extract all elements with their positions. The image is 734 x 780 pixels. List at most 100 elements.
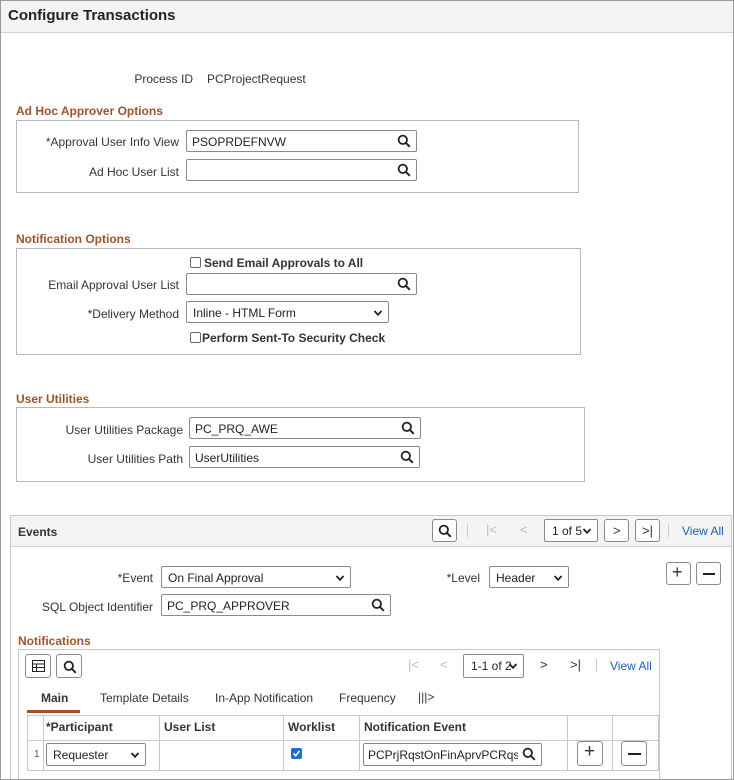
delivery-method-value: Inline - HTML Form: [193, 306, 296, 320]
grid-previous-page-icon[interactable]: <: [440, 657, 448, 672]
minus-icon: [703, 573, 715, 575]
search-icon[interactable]: [397, 163, 411, 177]
events-title: Events: [18, 525, 58, 539]
notification-section-title: Notification Options: [16, 232, 131, 246]
chevron-down-icon: [130, 750, 140, 760]
adhoc-list-label: Ad Hoc User List: [88, 165, 179, 179]
col-user-list: User List: [164, 720, 216, 734]
events-pager-select[interactable]: 1 of 5: [544, 519, 598, 542]
chevron-down-icon: [508, 661, 518, 671]
worklist-checkbox[interactable]: [291, 748, 302, 759]
search-icon[interactable]: [397, 134, 411, 148]
utilities-path-input[interactable]: UserUtilities: [189, 446, 420, 468]
sql-object-label: SQL Object Identifier: [42, 600, 153, 614]
notification-event-value: PCPrjRqstOnFinAprvPCRqstrH: [368, 748, 518, 762]
col-participant: *Participant: [46, 720, 113, 734]
notifications-title: Notifications: [18, 634, 91, 648]
divider: [467, 524, 468, 537]
tab-frequency[interactable]: Frequency: [339, 691, 396, 705]
show-all-columns-icon[interactable]: |||>: [418, 690, 434, 704]
remove-row-button[interactable]: [621, 741, 647, 766]
first-page-icon[interactable]: |<: [486, 522, 497, 537]
utilities-section-title: User Utilities: [16, 392, 90, 406]
search-icon: [63, 660, 77, 674]
search-icon[interactable]: [397, 277, 411, 291]
security-check-label: Perform Sent-To Security Check: [202, 331, 386, 345]
table-icon: [32, 660, 45, 672]
security-check-checkbox[interactable]: [190, 332, 201, 343]
next-page-button[interactable]: >: [604, 519, 629, 542]
grid-pager-select[interactable]: 1-1 of 2: [463, 654, 524, 678]
grid-last-page-icon[interactable]: >|: [570, 657, 581, 672]
page-title: Configure Transactions: [8, 7, 176, 24]
approval-view-label: *Approval User Info View: [45, 135, 179, 149]
minus-icon: [628, 753, 641, 755]
chevron-down-icon: [335, 573, 345, 583]
participant-select[interactable]: Requester: [46, 743, 146, 766]
search-icon: [438, 524, 452, 538]
chevron-down-icon: [373, 308, 383, 318]
send-all-label: Send Email Approvals to All: [204, 256, 364, 270]
search-icon[interactable]: [401, 421, 415, 435]
grid-first-page-icon[interactable]: |<: [408, 657, 419, 672]
process-id-value: PCProjectRequest: [207, 72, 306, 86]
level-select[interactable]: Header: [489, 566, 569, 588]
utilities-package-input[interactable]: PC_PRQ_AWE: [189, 417, 421, 439]
search-icon[interactable]: [400, 450, 414, 464]
event-label: *Event: [117, 571, 153, 585]
email-list-input[interactable]: [186, 273, 417, 295]
row-number: 1: [34, 749, 40, 760]
events-view-all-link[interactable]: View All: [682, 524, 724, 538]
approval-view-input[interactable]: PSOPRDEFNVW: [186, 130, 417, 152]
utilities-package-label: User Utilities Package: [65, 423, 183, 437]
col-worklist: Worklist: [288, 720, 336, 734]
plus-icon: +: [672, 562, 683, 582]
level-label: *Level: [446, 571, 480, 585]
participant-value: Requester: [53, 748, 109, 762]
utilities-path-value: UserUtilities: [195, 451, 260, 465]
sql-object-input[interactable]: PC_PRQ_APPROVER: [161, 594, 391, 616]
adhoc-section-title: Ad Hoc Approver Options: [16, 104, 163, 118]
chevron-down-icon: [582, 526, 592, 536]
page-header: Configure Transactions: [0, 0, 734, 33]
delivery-method-select[interactable]: Inline - HTML Form: [186, 301, 389, 323]
checkmark-icon: [292, 750, 301, 757]
tab-template-details[interactable]: Template Details: [100, 691, 189, 705]
divider: [668, 524, 669, 537]
active-tab-indicator: [27, 710, 80, 713]
remove-event-button[interactable]: [696, 562, 721, 585]
process-id-label: Process ID: [134, 72, 193, 86]
last-page-icon: >|: [642, 523, 653, 538]
previous-page-icon[interactable]: <: [520, 522, 528, 537]
send-all-checkbox[interactable]: [190, 257, 201, 268]
level-value: Header: [496, 571, 536, 585]
utilities-path-label: User Utilities Path: [87, 452, 183, 466]
last-page-button[interactable]: >|: [635, 519, 660, 542]
adhoc-list-input[interactable]: [186, 159, 417, 181]
search-icon[interactable]: [522, 747, 536, 761]
grid-view-all-link[interactable]: View All: [610, 659, 652, 673]
search-icon[interactable]: [371, 598, 385, 612]
event-select[interactable]: On Final Approval: [161, 566, 351, 588]
delivery-method-label: *Delivery Method: [87, 307, 179, 321]
grid-pager-value: 1-1 of 2: [471, 659, 512, 673]
email-list-label: Email Approval User List: [48, 278, 179, 292]
events-find-button[interactable]: [432, 519, 457, 542]
grid-personalize-button[interactable]: [25, 654, 51, 678]
grid-find-button[interactable]: [56, 654, 82, 678]
plus-icon: +: [584, 741, 596, 762]
sql-object-value: PC_PRQ_APPROVER: [167, 599, 290, 613]
add-row-button[interactable]: +: [577, 741, 603, 766]
tab-main[interactable]: Main: [41, 691, 68, 705]
tab-in-app-notification[interactable]: In-App Notification: [215, 691, 313, 705]
approval-view-value: PSOPRDEFNVW: [192, 135, 287, 149]
divider: [596, 659, 597, 672]
notification-event-input[interactable]: PCPrjRqstOnFinAprvPCRqstrH: [363, 743, 542, 766]
grid-next-page-icon[interactable]: >: [540, 657, 548, 672]
col-notification-event: Notification Event: [364, 720, 467, 734]
event-value: On Final Approval: [168, 571, 264, 585]
events-pager-value: 1 of 5: [552, 524, 583, 538]
utilities-package-value: PC_PRQ_AWE: [195, 422, 278, 436]
add-event-button[interactable]: +: [666, 562, 691, 585]
next-page-icon: >: [613, 523, 621, 538]
